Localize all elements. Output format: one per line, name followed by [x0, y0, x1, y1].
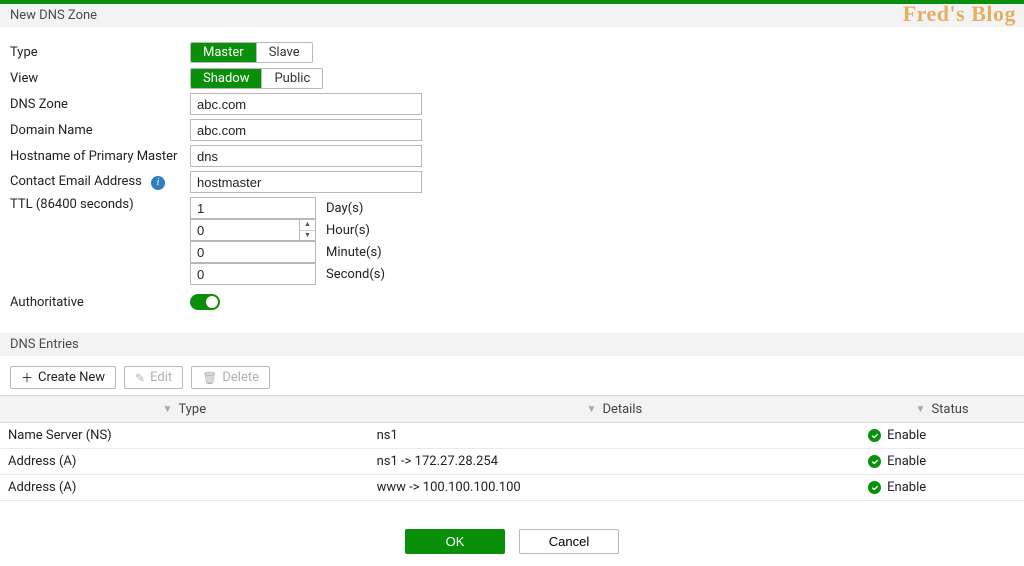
cell-details: ns1 -> 172.27.28.254	[369, 449, 861, 475]
entries-header: DNS Entries	[0, 333, 1024, 356]
ok-button[interactable]: OK	[405, 529, 505, 554]
ttl-days-input[interactable]	[190, 197, 316, 219]
panel-title: New DNS Zone	[10, 8, 97, 23]
info-icon[interactable]: i	[151, 176, 165, 190]
dns-zone-input[interactable]	[190, 93, 422, 115]
primary-master-input[interactable]	[190, 145, 422, 167]
contact-email-input[interactable]	[190, 171, 422, 193]
ttl-minutes-input[interactable]	[190, 241, 316, 263]
cell-status: Enable	[860, 475, 1024, 501]
authoritative-toggle[interactable]	[190, 294, 220, 310]
type-option-slave[interactable]: Slave	[257, 43, 312, 62]
table-row[interactable]: Address (A)ns1 -> 172.27.28.254 Enable	[0, 449, 1024, 475]
ttl-seconds-unit: Second(s)	[326, 267, 385, 282]
cell-status: Enable	[860, 423, 1024, 449]
domain-name-label: Domain Name	[10, 123, 190, 138]
create-new-label: Create New	[38, 370, 105, 385]
filter-icon: ▼	[587, 404, 597, 415]
cell-status: Enable	[860, 449, 1024, 475]
view-toggle[interactable]: Shadow Public	[190, 68, 323, 89]
check-circle-icon	[868, 455, 881, 468]
ttl-hours-input[interactable]	[190, 219, 300, 241]
ttl-hours-unit: Hour(s)	[326, 223, 370, 238]
cancel-button[interactable]: Cancel	[519, 529, 619, 554]
contact-email-label-text: Contact Email Address	[10, 174, 142, 189]
table-row[interactable]: Name Server (NS)ns1 Enable	[0, 423, 1024, 449]
edit-button[interactable]: ✎ Edit	[124, 366, 183, 389]
panel-header: New DNS Zone Fred's Blog	[0, 4, 1024, 27]
ttl-seconds-input[interactable]	[190, 263, 316, 285]
ttl-days-unit: Day(s)	[326, 201, 363, 216]
entries-table: ▼ Type ▼ Details ▼ Status Name Server (NS)n…	[0, 395, 1024, 501]
primary-master-label: Hostname of Primary Master	[10, 149, 190, 164]
col-status-label: Status	[931, 402, 968, 417]
cell-details: ns1	[369, 423, 861, 449]
filter-icon: ▼	[916, 404, 926, 415]
status-text: Enable	[887, 428, 926, 443]
delete-button[interactable]: 🗑 Delete	[191, 366, 270, 389]
filter-icon: ▼	[163, 404, 173, 415]
dns-zone-label: DNS Zone	[10, 97, 190, 112]
view-option-public[interactable]: Public	[262, 69, 322, 88]
chevron-down-icon[interactable]: ▼	[300, 231, 315, 241]
col-type-label: Type	[178, 402, 206, 417]
type-toggle[interactable]: Master Slave	[190, 42, 313, 63]
view-option-shadow[interactable]: Shadow	[191, 69, 262, 88]
form: Type Master Slave View Shadow Public DNS…	[0, 27, 1024, 323]
plus-icon: ＋	[21, 372, 33, 384]
create-new-button[interactable]: ＋ Create New	[10, 366, 116, 389]
trash-icon: 🗑	[202, 372, 217, 384]
col-status[interactable]: ▼ Status	[860, 396, 1024, 423]
domain-name-input[interactable]	[190, 119, 422, 141]
ttl-hours-spinner[interactable]: ▲ ▼	[300, 219, 316, 241]
cell-type: Name Server (NS)	[0, 423, 369, 449]
status-text: Enable	[887, 480, 926, 495]
status-text: Enable	[887, 454, 926, 469]
ttl-minutes-unit: Minute(s)	[326, 245, 382, 260]
check-circle-icon	[868, 429, 881, 442]
check-circle-icon	[868, 481, 881, 494]
delete-label: Delete	[222, 370, 259, 385]
ttl-label: TTL (86400 seconds)	[10, 197, 190, 212]
cell-type: Address (A)	[0, 449, 369, 475]
entries-toolbar: ＋ Create New ✎ Edit 🗑 Delete	[0, 356, 1024, 395]
type-option-master[interactable]: Master	[191, 43, 257, 62]
footer: OK Cancel	[0, 501, 1024, 566]
chevron-up-icon[interactable]: ▲	[300, 220, 315, 231]
pencil-icon: ✎	[135, 372, 145, 384]
watermark: Fred's Blog	[903, 1, 1016, 27]
contact-email-label: Contact Email Address i	[10, 174, 190, 190]
authoritative-label: Authoritative	[10, 295, 190, 310]
cell-type: Address (A)	[0, 475, 369, 501]
edit-label: Edit	[150, 370, 172, 385]
col-type[interactable]: ▼ Type	[0, 396, 369, 423]
cell-details: www -> 100.100.100.100	[369, 475, 861, 501]
col-details-label: Details	[602, 402, 642, 417]
col-details[interactable]: ▼ Details	[369, 396, 861, 423]
view-label: View	[10, 71, 190, 86]
table-row[interactable]: Address (A)www -> 100.100.100.100 Enable	[0, 475, 1024, 501]
type-label: Type	[10, 45, 190, 60]
entries-title: DNS Entries	[10, 337, 79, 352]
